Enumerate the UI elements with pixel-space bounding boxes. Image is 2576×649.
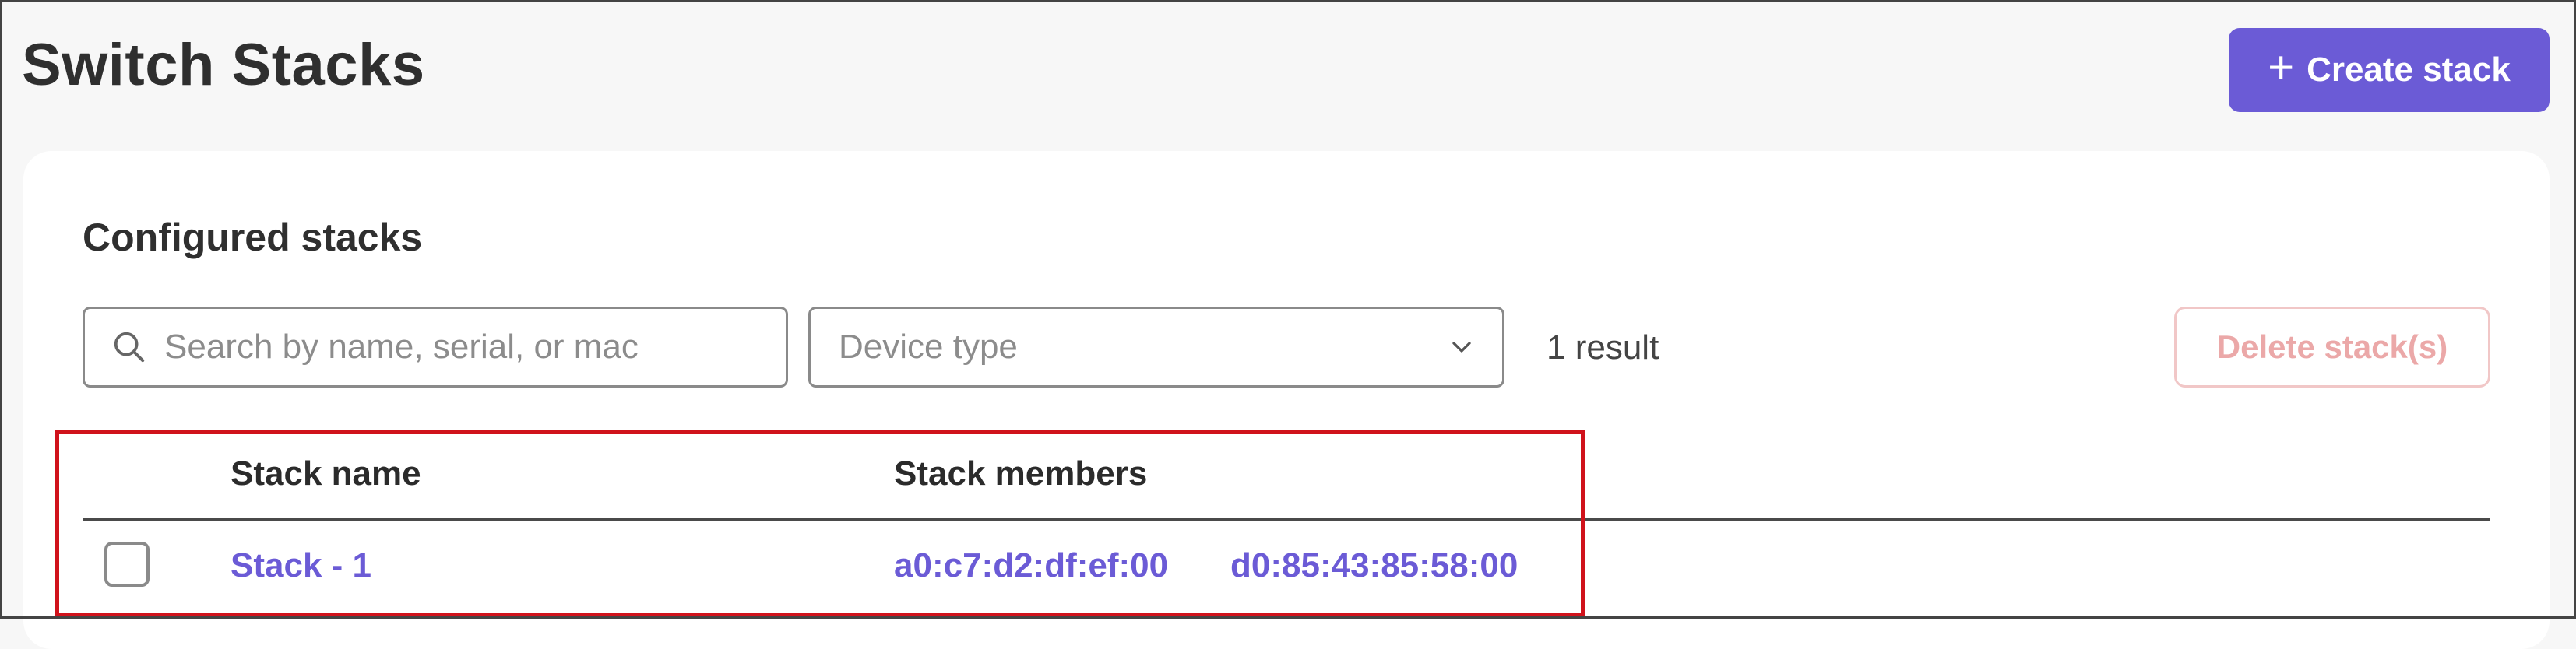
stack-member-link[interactable]: d0:85:43:85:58:00 xyxy=(1230,546,1518,585)
chevron-down-icon xyxy=(1452,342,1471,353)
stack-name-link[interactable]: Stack - 1 xyxy=(231,546,371,585)
device-type-placeholder: Device type xyxy=(839,328,1018,366)
device-type-select[interactable]: Device type xyxy=(808,307,1504,388)
delete-stacks-button[interactable]: Delete stack(s) xyxy=(2174,307,2490,388)
create-stack-label: Create stack xyxy=(2307,51,2511,89)
table-header-divider xyxy=(83,518,2490,521)
create-stack-button[interactable]: + Create stack xyxy=(2229,28,2550,112)
search-input[interactable] xyxy=(163,327,773,367)
result-count: 1 result xyxy=(1547,328,1659,367)
section-title: Configured stacks xyxy=(83,216,423,259)
column-header-stack-name[interactable]: Stack name xyxy=(231,454,421,493)
page-title: Switch Stacks xyxy=(22,32,425,98)
plus-icon: + xyxy=(2268,42,2295,93)
stack-member-link[interactable]: a0:c7:d2:df:ef:00 xyxy=(894,546,1168,585)
search-box[interactable] xyxy=(83,307,788,388)
row-checkbox[interactable] xyxy=(104,542,150,587)
search-icon xyxy=(114,332,145,363)
column-header-stack-members[interactable]: Stack members xyxy=(894,454,1147,493)
